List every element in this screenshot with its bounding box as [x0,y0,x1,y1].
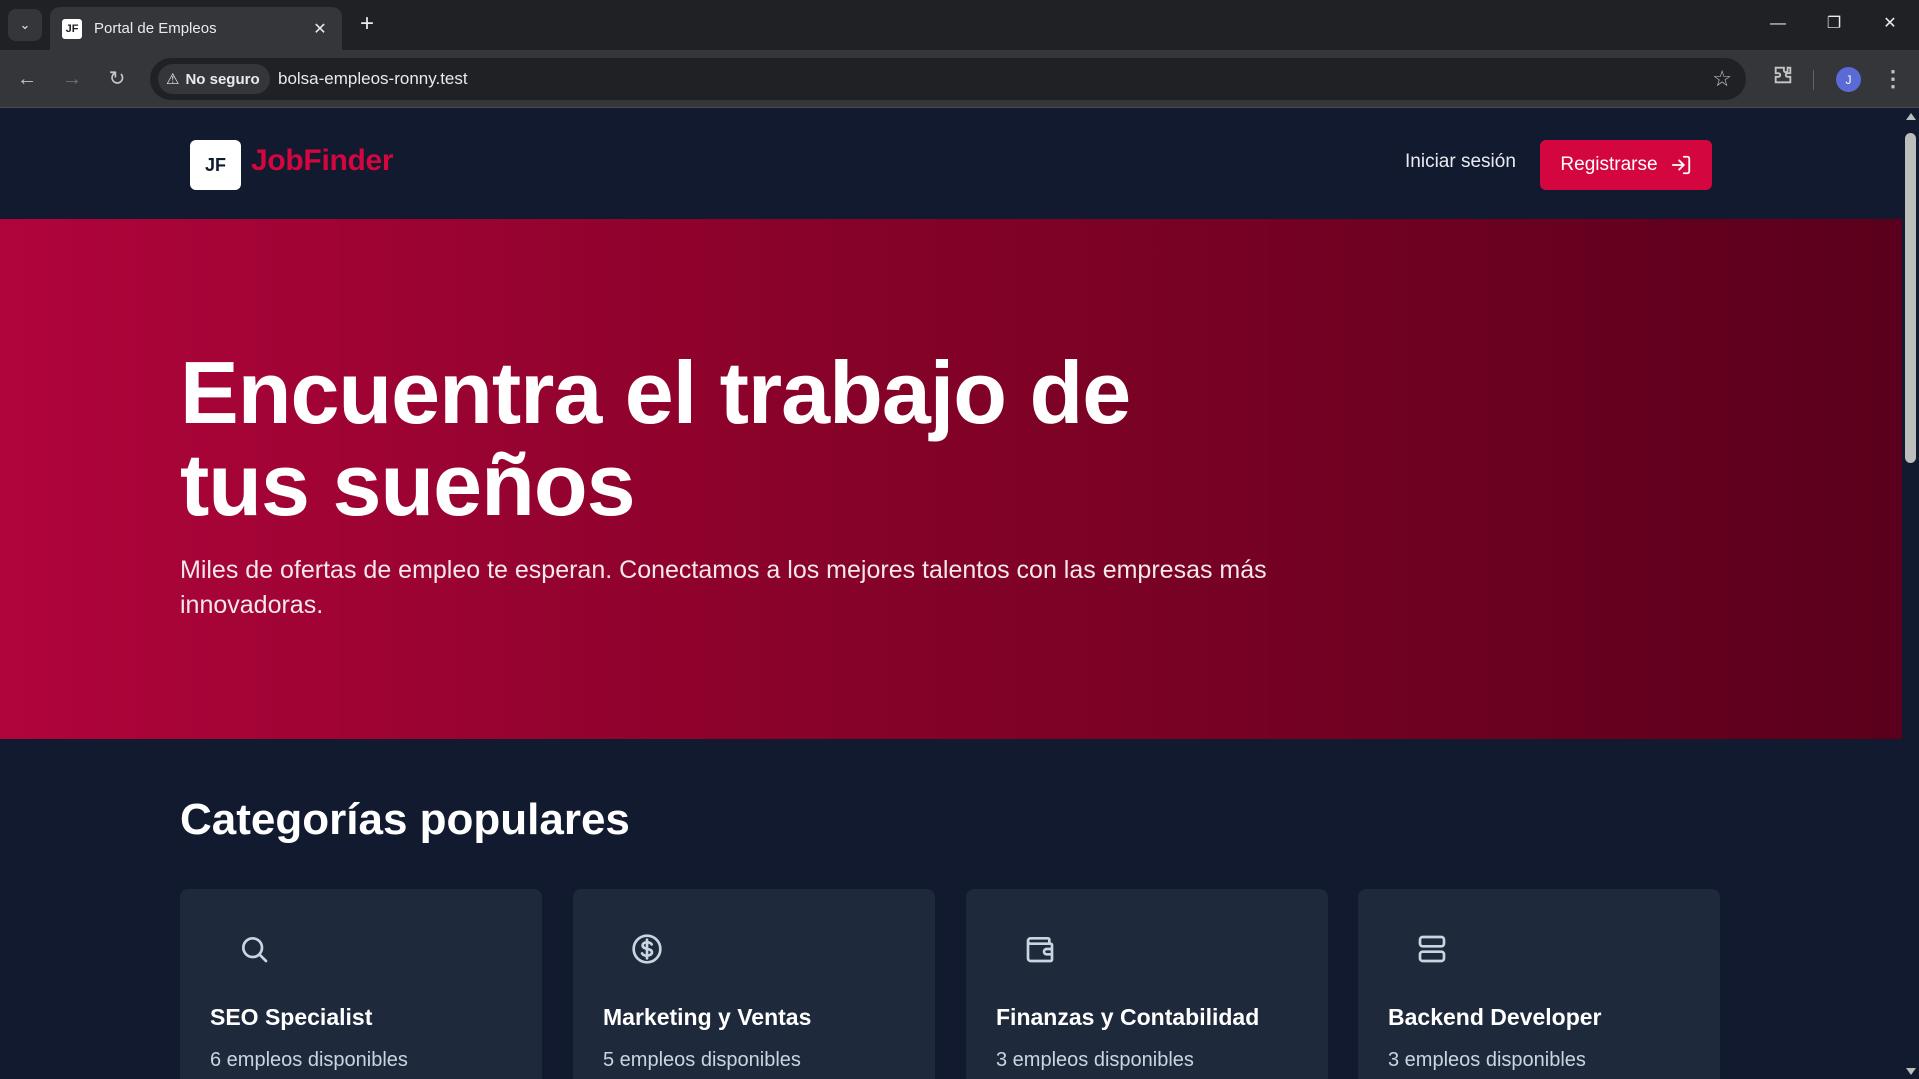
login-arrow-icon [1671,155,1690,175]
warning-icon: ⚠ [166,71,180,88]
back-button[interactable]: ← [12,64,42,94]
brand-name[interactable]: JobFinder [251,144,394,178]
new-tab-button[interactable]: + [352,10,382,40]
scroll-down-arrow[interactable] [1906,1068,1916,1075]
category-card[interactable]: Marketing y Ventas 5 empleos disponibles [573,889,935,1079]
search-icon [242,937,268,963]
category-name: Backend Developer [1388,1004,1602,1030]
site-header: JF JobFinder Iniciar sesión Registrarse [0,109,1902,219]
category-card[interactable]: Backend Developer 3 empleos disponibles [1358,889,1720,1079]
security-label: No seguro [185,70,260,88]
page-scrollbar[interactable] [1902,109,1919,1079]
forward-button[interactable]: → [57,64,87,94]
login-link[interactable]: Iniciar sesión [1405,151,1516,173]
toolbar-divider [1813,70,1814,90]
category-card[interactable]: SEO Specialist 6 empleos disponibles [180,889,542,1079]
logo-icon[interactable]: JF [190,140,241,190]
category-name: Marketing y Ventas [603,1004,812,1030]
tab-close-icon[interactable]: ✕ [310,19,330,39]
hero-section: Encuentra el trabajo de tus sueños Miles… [0,219,1902,739]
tab-favicon: JF [62,18,82,39]
close-window-button[interactable]: ✕ [1870,8,1910,40]
scroll-thumb[interactable] [1905,133,1916,463]
bookmark-star-icon[interactable]: ☆ [1712,66,1732,92]
category-name: SEO Specialist [210,1004,373,1030]
extensions-icon[interactable] [1768,64,1798,94]
register-label: Registrarse [1560,154,1658,175]
browser-tab[interactable]: JF Portal de Empleos ✕ [50,7,342,50]
minimize-button[interactable]: — [1758,8,1798,40]
tab-search-button[interactable]: ⌄ [8,9,42,41]
wallet-icon [1026,937,1054,963]
url-text[interactable]: bolsa-empleos-ronny.test [278,69,468,89]
hero-title: Encuentra el trabajo de tus sueños [180,343,1131,534]
category-count: 3 empleos disponibles [996,1049,1194,1071]
hero-subtitle: Miles de ofertas de empleo te esperan. C… [180,556,1267,619]
security-chip[interactable]: ⚠ No seguro [158,64,270,94]
category-name: Finanzas y Contabilidad [996,1004,1260,1030]
server-icon [1418,935,1446,963]
categories-title: Categorías populares [180,795,630,844]
restore-button[interactable]: ❐ [1814,8,1854,40]
profile-avatar[interactable]: J [1836,67,1861,92]
browser-menu-icon[interactable]: ⋮ [1878,64,1908,94]
chevron-down-icon: ⌄ [19,17,31,32]
scroll-up-arrow[interactable] [1906,113,1916,120]
dollar-icon [632,934,662,964]
category-count: 3 empleos disponibles [1388,1049,1586,1071]
tab-title: Portal de Empleos [94,20,217,37]
address-bar[interactable]: ⚠ No seguro bolsa-empleos-ronny.test ☆ [150,58,1746,100]
category-count: 5 empleos disponibles [603,1049,801,1071]
browser-tab-bar: ⌄ JF Portal de Empleos ✕ + — ❐ ✕ [0,0,1919,50]
category-card[interactable]: Finanzas y Contabilidad 3 empleos dispon… [966,889,1328,1079]
register-button[interactable]: Registrarse [1540,140,1712,190]
browser-toolbar: ← → ↻ ⚠ No seguro bolsa-empleos-ronny.te… [0,50,1919,108]
reload-button[interactable]: ↻ [102,64,132,94]
category-count: 6 empleos disponibles [210,1049,408,1071]
page-viewport: JF JobFinder Iniciar sesión Registrarse … [0,109,1902,1079]
